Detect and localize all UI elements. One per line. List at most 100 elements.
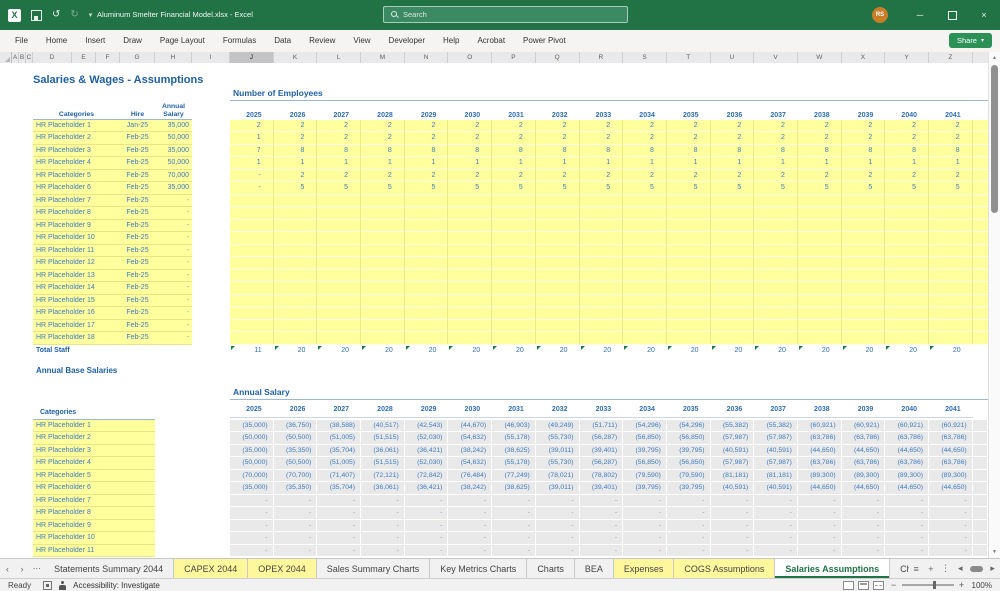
- employee-count-cell[interactable]: [317, 332, 362, 345]
- annual-salary-cell[interactable]: (78,021): [535, 469, 579, 481]
- annual-salary-cell[interactable]: -: [404, 494, 448, 506]
- annual-salary-cell[interactable]: -: [492, 507, 535, 519]
- annual-salary-cell[interactable]: -: [797, 494, 841, 506]
- annual-salary-cell[interactable]: (36,421): [404, 444, 448, 456]
- employee-count-cell[interactable]: [885, 232, 929, 245]
- staff-hire-cell[interactable]: Feb-25: [120, 132, 155, 144]
- annual-salary-cell[interactable]: (63,786): [929, 432, 972, 444]
- employee-count-cell[interactable]: [448, 219, 493, 232]
- employee-count-cell[interactable]: [885, 319, 929, 332]
- employee-count-cell[interactable]: [448, 269, 493, 282]
- close-button[interactable]: ×: [968, 0, 1000, 30]
- employee-count-cell[interactable]: 5: [361, 182, 405, 195]
- year-header-cell[interactable]: 2035: [667, 404, 711, 417]
- ribbon-tab-page-layout[interactable]: Page Layout: [151, 30, 214, 52]
- employee-count-cell[interactable]: 2: [404, 169, 449, 182]
- annual-salary-cell[interactable]: -: [623, 507, 666, 519]
- annual-salary-cell[interactable]: -: [230, 544, 273, 556]
- annual-salary-cell[interactable]: -: [841, 532, 885, 544]
- column-header[interactable]: Y: [885, 52, 929, 63]
- annual-salary-cell[interactable]: (51,515): [361, 432, 404, 444]
- employee-count-cell[interactable]: [623, 232, 667, 245]
- staff-hire-cell[interactable]: Feb-25: [120, 257, 155, 269]
- sheet-tab-opex-2044[interactable]: OPEX 2044: [248, 559, 317, 578]
- employee-count-cell[interactable]: 5: [317, 182, 362, 195]
- vscroll-thumb[interactable]: [991, 65, 998, 213]
- sheet-tab-expenses[interactable]: Expenses: [613, 559, 675, 578]
- employee-count-cell[interactable]: 2: [929, 132, 973, 145]
- employee-count-cell[interactable]: [230, 257, 274, 270]
- annual-salary-cell[interactable]: -: [317, 519, 361, 531]
- annual-salary-cell[interactable]: -: [710, 519, 754, 531]
- employee-count-cell[interactable]: [448, 257, 493, 270]
- annual-salary-partial-cell[interactable]: [972, 507, 987, 519]
- employee-count-cell[interactable]: 2: [885, 132, 929, 145]
- employee-count-cell[interactable]: [361, 257, 405, 270]
- annual-salary-cell[interactable]: (44,650): [929, 482, 972, 494]
- annual-salary-cell[interactable]: (63,786): [797, 432, 841, 444]
- employee-count-cell[interactable]: [841, 219, 886, 232]
- employee-count-cell[interactable]: 2: [797, 132, 842, 145]
- annual-salary-title[interactable]: Annual Salary: [230, 387, 988, 400]
- employee-count-cell[interactable]: [710, 332, 755, 345]
- staff-hire-cell[interactable]: Feb-25: [120, 170, 155, 182]
- employee-count-cell[interactable]: 2: [666, 119, 711, 132]
- column-header[interactable]: I: [192, 52, 230, 63]
- employee-count-cell[interactable]: [535, 294, 580, 307]
- employee-count-cell[interactable]: [579, 207, 624, 220]
- employee-count-cell[interactable]: [710, 219, 755, 232]
- total-staff-cell[interactable]: 20: [317, 345, 361, 358]
- employee-count-cell[interactable]: [317, 269, 362, 282]
- employee-count-cell[interactable]: [797, 219, 842, 232]
- annual-salary-cell[interactable]: (40,517): [361, 419, 404, 431]
- total-staff-cell[interactable]: 11: [230, 345, 274, 358]
- employee-count-cell[interactable]: [623, 332, 667, 345]
- employee-count-cell[interactable]: [230, 244, 274, 257]
- year-header-cell[interactable]: 2035: [667, 101, 711, 120]
- employee-count-cell[interactable]: [535, 307, 580, 320]
- annual-salary-partial-cell[interactable]: [972, 494, 987, 506]
- annual-salary-cell[interactable]: (50,500): [273, 457, 317, 469]
- employee-count-cell[interactable]: 2: [929, 119, 973, 132]
- annual-salary-cell[interactable]: -: [448, 532, 492, 544]
- annual-salary-cell[interactable]: (63,786): [929, 457, 972, 469]
- sheet-nav-more-button[interactable]: ⋯: [29, 559, 44, 578]
- tab-splitter-handle[interactable]: ⋮: [938, 559, 953, 578]
- annual-salary-cell[interactable]: (56,850): [623, 432, 666, 444]
- staff-category-cell[interactable]: HR Placeholder 5: [33, 170, 120, 182]
- hscroll-left-arrow[interactable]: ◂: [953, 559, 968, 578]
- annual-salary-cell[interactable]: (38,242): [448, 482, 492, 494]
- employee-count-cell[interactable]: [797, 194, 842, 207]
- vertical-scrollbar[interactable]: ▲ ▼: [988, 52, 1000, 558]
- employee-count-cell[interactable]: [579, 269, 624, 282]
- annual-salary-cell[interactable]: -: [841, 519, 885, 531]
- staff-category-cell[interactable]: HR Placeholder 15: [33, 295, 120, 307]
- annual-salary-cell[interactable]: -: [666, 507, 710, 519]
- annual-salary-cell[interactable]: (54,296): [666, 419, 710, 431]
- column-header[interactable]: E: [72, 52, 96, 63]
- employee-count-cell[interactable]: 8: [929, 144, 973, 157]
- ribbon-tab-data[interactable]: Data: [265, 30, 300, 52]
- staff-salary-cell[interactable]: -: [155, 195, 192, 207]
- annual-salary-cell[interactable]: -: [535, 544, 579, 556]
- annual-salary-partial-cell[interactable]: [972, 432, 987, 444]
- employee-count-cell[interactable]: 2: [841, 119, 886, 132]
- year-header-cell[interactable]: 2027: [317, 101, 361, 120]
- annual-salary-cell[interactable]: -: [273, 494, 317, 506]
- employee-count-cell[interactable]: 2: [535, 132, 580, 145]
- annual-salary-cell[interactable]: (54,296): [623, 419, 666, 431]
- employee-count-cell[interactable]: [929, 232, 973, 245]
- employee-count-cell[interactable]: [448, 294, 493, 307]
- annual-salary-cell[interactable]: -: [230, 494, 273, 506]
- employee-count-cell[interactable]: [666, 207, 711, 220]
- employee-count-cell[interactable]: [754, 282, 798, 295]
- annual-salary-cell[interactable]: (44,650): [841, 444, 885, 456]
- employee-count-cell[interactable]: 2: [710, 119, 755, 132]
- hscroll-thumb[interactable]: [969, 565, 984, 572]
- year-header-cell[interactable]: 2040: [885, 101, 929, 120]
- annual-salary-cell[interactable]: -: [230, 519, 273, 531]
- employee-count-cell[interactable]: 5: [797, 182, 842, 195]
- staff-hire-cell[interactable]: Feb-25: [120, 182, 155, 194]
- employee-count-cell[interactable]: [710, 282, 755, 295]
- annual-salary-cell[interactable]: -: [623, 494, 666, 506]
